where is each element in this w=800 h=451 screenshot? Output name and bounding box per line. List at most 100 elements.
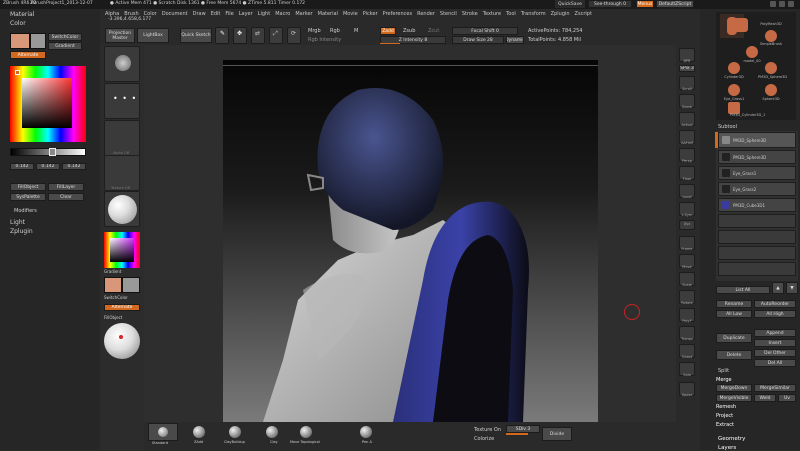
menu-file[interactable]: File — [225, 11, 233, 17]
solo-button[interactable]: Solo — [679, 362, 695, 377]
floor-button[interactable]: Floor — [679, 166, 695, 181]
xpose-button[interactable]: Xpose — [679, 382, 695, 397]
menu-alpha[interactable]: Alpha — [105, 11, 119, 17]
menu-macro[interactable]: Macro — [275, 11, 290, 17]
uv-button[interactable]: Uv — [778, 394, 796, 402]
fill-layer-button[interactable]: FillLayer — [48, 183, 84, 191]
menu-document[interactable]: Document — [162, 11, 188, 17]
move-view-button[interactable]: Move — [679, 254, 695, 269]
menu-material[interactable]: Material — [318, 11, 338, 17]
clear-button[interactable]: Clear — [48, 193, 84, 201]
ghost-button[interactable]: Ghost — [679, 344, 695, 359]
zadd-button[interactable]: Zadd — [380, 27, 396, 35]
g-value[interactable]: 0.142 — [36, 163, 60, 170]
fill-object-button[interactable]: FillObject — [10, 183, 46, 191]
minimize-icon[interactable] — [770, 1, 776, 7]
main-color-swatch[interactable] — [10, 33, 30, 49]
menu-render[interactable]: Render — [417, 11, 435, 17]
persp-button[interactable]: Persp — [679, 148, 695, 163]
alpha-thumb[interactable]: Alpha Off — [104, 120, 140, 156]
sdiv-slider[interactable]: SDiv 3 — [506, 425, 540, 433]
menu-stencil[interactable]: Stencil — [440, 11, 457, 17]
menu-light[interactable]: Light — [258, 11, 270, 17]
tool-thumb-model[interactable] — [746, 46, 758, 58]
b-value[interactable]: 0.142 — [62, 163, 86, 170]
tool-thumb-polymesh[interactable] — [734, 18, 748, 32]
tool-thumb-simplebrush[interactable] — [765, 30, 777, 42]
quick-sketch-button[interactable]: Quick Sketch — [180, 28, 212, 43]
projection-master-button[interactable]: Projection Master — [105, 28, 135, 43]
light-menu[interactable]: Light — [10, 219, 25, 226]
insert-button[interactable]: Insert — [754, 339, 796, 347]
aahalf-button[interactable]: AAHalf — [679, 130, 695, 145]
menu-layer[interactable]: Layer — [239, 11, 253, 17]
tool-thumb-cylinder[interactable] — [728, 62, 740, 74]
scale-button[interactable]: ⤢ — [269, 27, 283, 44]
tool-thumb-pm3d-sphere[interactable] — [765, 62, 777, 74]
transp-button[interactable]: Transp — [679, 326, 695, 341]
local-button[interactable]: Local — [679, 184, 695, 199]
material-menu[interactable]: Material — [10, 11, 34, 18]
menu-stroke[interactable]: Stroke — [462, 11, 478, 17]
bpr-button[interactable]: BPR — [679, 48, 695, 63]
tool-thumb-sphere3d[interactable] — [765, 84, 777, 96]
dynamic-button[interactable]: Dynamic — [506, 36, 524, 44]
focal-shift-slider[interactable]: Focal Shift 0 — [452, 27, 518, 35]
menu-tool[interactable]: Tool — [506, 11, 516, 17]
brush-slot-claybuildup[interactable] — [229, 426, 241, 438]
gray-slider[interactable] — [10, 148, 86, 156]
delete-button[interactable]: Delete — [716, 350, 752, 360]
zcut-button[interactable]: Zcut — [428, 28, 439, 34]
spix-slider[interactable]: SPix 3 — [679, 65, 695, 72]
edit-button[interactable]: ✎ — [215, 27, 229, 44]
geometry-menu[interactable]: Geometry — [718, 436, 745, 442]
actual-button[interactable]: Actual — [679, 112, 695, 127]
close-icon[interactable] — [788, 1, 794, 7]
merge-down-button[interactable]: MergeDown — [716, 384, 752, 392]
menu-preferences[interactable]: Preferences — [383, 11, 412, 17]
menu-picker[interactable]: Picker — [363, 11, 378, 17]
extract-menu[interactable]: Extract — [716, 422, 734, 428]
tray-switch-color[interactable]: SwitchColor — [104, 295, 128, 300]
stroke-thumb[interactable]: • • • — [104, 83, 140, 119]
menu-zscript[interactable]: Zscript — [575, 11, 592, 17]
modifiers-label[interactable]: Modifiers — [14, 208, 37, 214]
zoom-button[interactable]: Zoom — [679, 94, 695, 109]
remesh-menu[interactable]: Remesh — [716, 404, 736, 410]
maximize-icon[interactable] — [779, 1, 785, 7]
secondary-color-swatch[interactable] — [30, 33, 46, 49]
gradient-button[interactable]: Gradient — [48, 42, 82, 50]
layers-menu[interactable]: Layers — [718, 445, 736, 451]
color-picker[interactable] — [10, 66, 86, 142]
all-low-button[interactable]: All Low — [716, 310, 752, 318]
polyf-button[interactable]: PolyF — [679, 308, 695, 323]
subtool-item-3[interactable]: Eye_Grass2 — [718, 182, 796, 196]
menu-marker[interactable]: Marker — [295, 11, 312, 17]
lsym-button[interactable]: L.Sym — [679, 202, 695, 217]
alternate-button[interactable]: Alternate — [10, 51, 46, 59]
tray-alternate-button[interactable]: Alternate — [104, 304, 140, 311]
mrgb-toggle[interactable]: Mrgb — [308, 28, 321, 34]
del-other-button[interactable]: Del Other — [754, 349, 796, 357]
rename-button[interactable]: Rename — [716, 300, 752, 308]
rotate-button[interactable]: ⟳ — [287, 27, 301, 44]
r-value[interactable]: 0.142 — [10, 163, 34, 170]
menu-transform[interactable]: Transform — [521, 11, 546, 17]
subtool-header[interactable]: Subtool — [718, 124, 737, 130]
merge-menu[interactable]: Merge — [716, 377, 732, 383]
menu-movie[interactable]: Movie — [343, 11, 358, 17]
subtool-down-button[interactable]: ▼ — [786, 282, 798, 294]
scroll-button[interactable]: Scroll — [679, 76, 695, 91]
del-all-button[interactable]: Del All — [754, 359, 796, 367]
menu-brush[interactable]: Brush — [124, 11, 138, 17]
xyz-button[interactable]: Xyz — [679, 220, 695, 230]
subtool-empty-3[interactable] — [718, 262, 796, 276]
tray-material-sphere[interactable] — [104, 323, 140, 359]
subtool-empty-2[interactable] — [718, 246, 796, 260]
brush-slot-standard[interactable] — [148, 423, 178, 441]
material-thumb[interactable] — [104, 191, 140, 227]
brush-slot-pen[interactable] — [360, 426, 372, 438]
brush-slot-clay[interactable] — [266, 426, 278, 438]
zsub-button[interactable]: Zsub — [403, 28, 415, 34]
subtool-item-4[interactable]: PM3D_Cube3D1 — [718, 198, 796, 212]
